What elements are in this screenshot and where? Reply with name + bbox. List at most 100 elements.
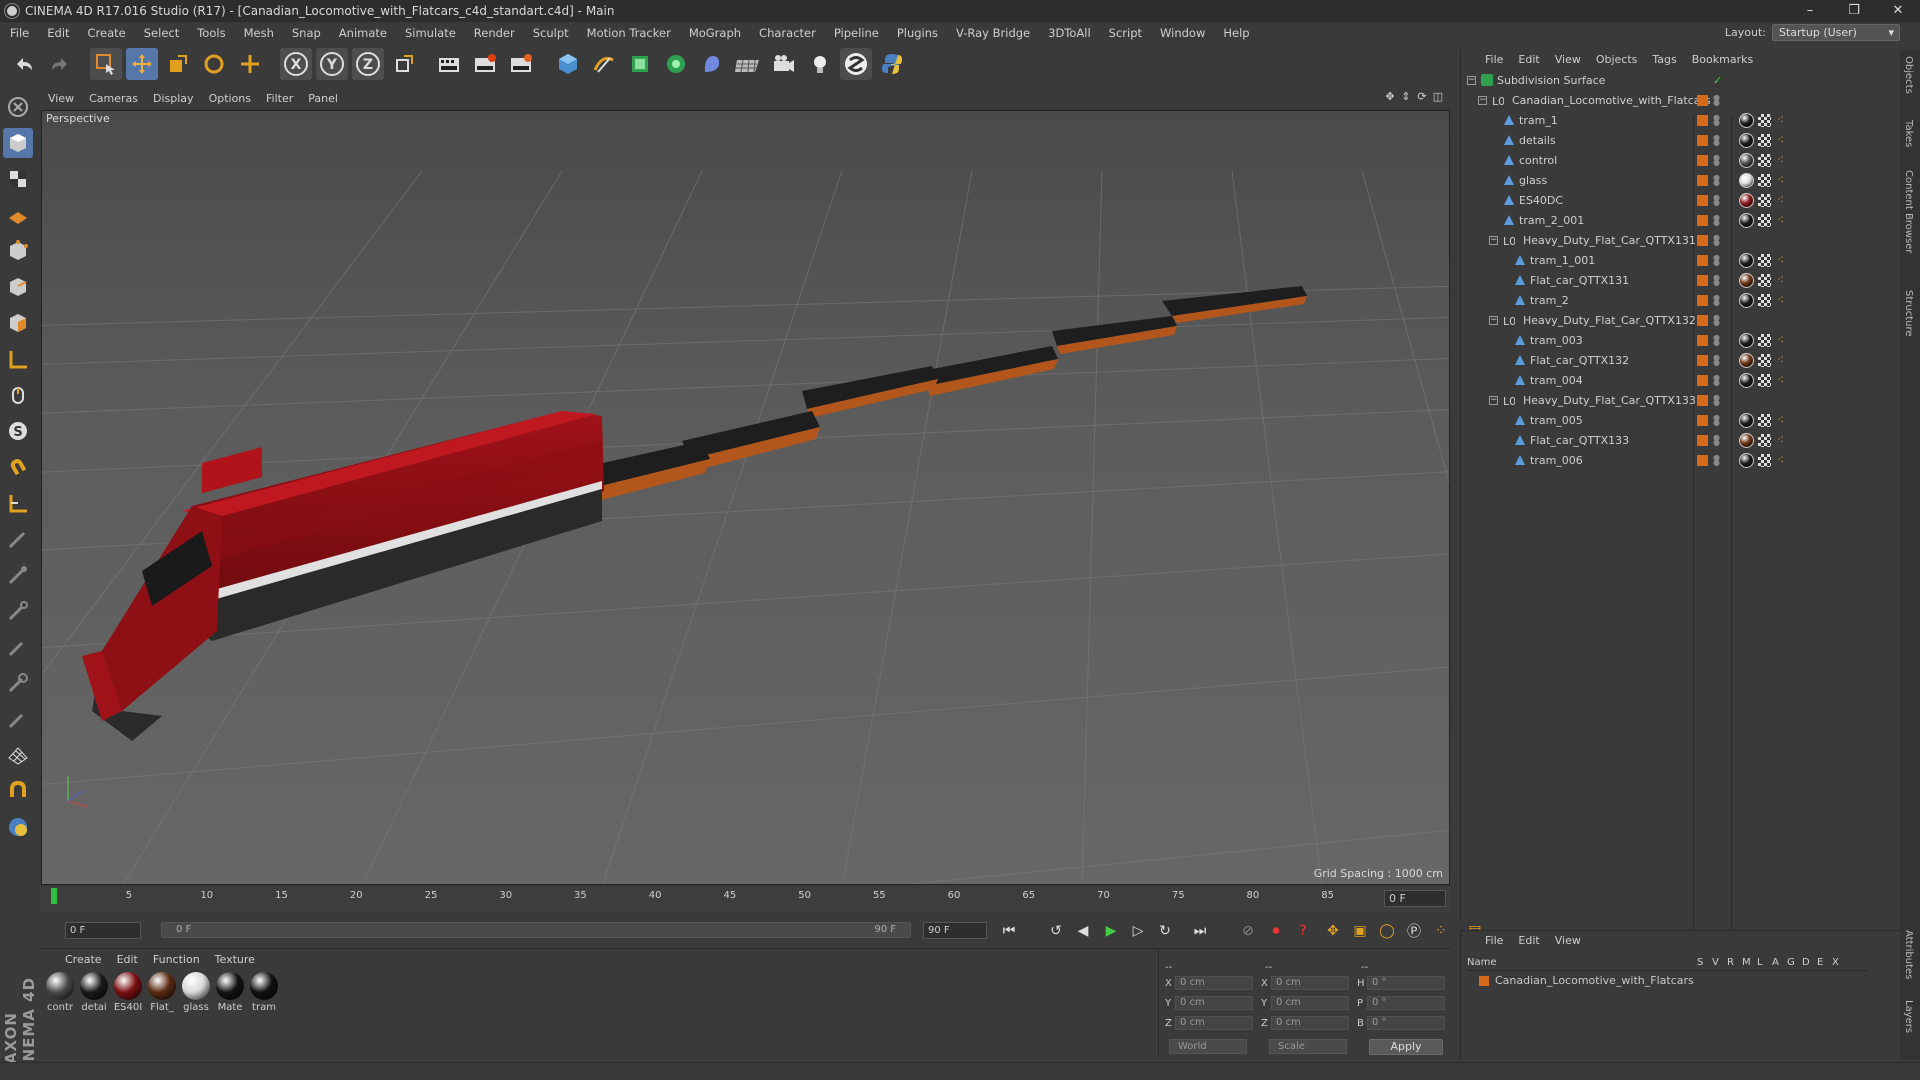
material-tag-icon[interactable] [1739, 352, 1754, 368]
material-swatch[interactable]: tram [247, 972, 281, 1013]
material-swatch[interactable]: ES40I [111, 972, 145, 1013]
maximize-button[interactable]: ❐ [1832, 0, 1876, 22]
material-tag-icon[interactable] [1739, 152, 1754, 168]
texture-tag-icon[interactable] [1758, 193, 1771, 207]
previous-key-icon[interactable]: ↺ [1044, 919, 1068, 943]
visibility-toggle-icon[interactable]: ● ● [1713, 414, 1720, 427]
texture-tag-icon[interactable] [1758, 273, 1771, 287]
phong-tag-icon[interactable]: ⁖ [1777, 114, 1789, 126]
axis-lock-icon[interactable] [3, 488, 33, 518]
expand-toggle-icon[interactable]: − [1489, 315, 1498, 325]
coordinate-value-field[interactable]: 0 cm [1271, 996, 1349, 1010]
previous-frame-icon[interactable]: ◀ [1071, 919, 1095, 943]
layer-color-swatch[interactable] [1697, 174, 1708, 186]
visibility-toggle-icon[interactable]: ● ● [1713, 354, 1720, 367]
material-menu-function[interactable]: Function [153, 953, 200, 966]
menu-3dtoall[interactable]: 3DToAll [1048, 26, 1091, 40]
phong-tag-icon[interactable]: ⁖ [1777, 214, 1789, 226]
subdivision-icon[interactable] [624, 48, 656, 80]
object-row[interactable]: ES40DC ● ● ⁖ [1461, 190, 1901, 210]
layout-select[interactable]: Startup (User) [1772, 24, 1900, 41]
key-scale-icon[interactable]: ▣ [1348, 919, 1372, 943]
texture-tag-icon[interactable] [1758, 373, 1771, 387]
layer-column-flag[interactable]: L [1757, 957, 1772, 970]
material-menu-create[interactable]: Create [65, 953, 102, 966]
visibility-toggle-icon[interactable]: ● ● [1713, 94, 1720, 107]
layer-color-swatch[interactable] [1697, 94, 1708, 106]
texture-tag-icon[interactable] [1758, 353, 1771, 367]
menu-snap[interactable]: Snap [292, 26, 321, 40]
layer-color-swatch[interactable] [1697, 434, 1708, 446]
vray-icon[interactable] [840, 48, 872, 80]
visibility-toggle-icon[interactable]: ● ● [1713, 454, 1720, 467]
viewport-menu-filter[interactable]: Filter [266, 92, 293, 105]
phong-tag-icon[interactable]: ⁖ [1777, 174, 1789, 186]
object-row[interactable]: − Subdivision Surface ✓ [1461, 70, 1901, 90]
material-swatch[interactable]: Flat_ [145, 972, 179, 1013]
phong-tag-icon[interactable]: ⁖ [1777, 334, 1789, 346]
brush-icon[interactable] [3, 560, 33, 590]
layer-menu-file[interactable]: File [1485, 934, 1503, 947]
expand-toggle-icon[interactable]: − [1478, 95, 1487, 105]
side-tab-objects[interactable]: Objects [1903, 56, 1914, 94]
edges-mode-icon[interactable] [3, 272, 33, 302]
object-menu-bookmarks[interactable]: Bookmarks [1692, 53, 1753, 66]
apply-button[interactable]: Apply [1369, 1039, 1443, 1055]
model-mode-icon[interactable] [3, 128, 33, 158]
phong-tag-icon[interactable]: ⁖ [1777, 254, 1789, 266]
texture-tag-icon[interactable] [1758, 333, 1771, 347]
object-row[interactable]: tram_2_001 ● ● ⁖ [1461, 210, 1901, 230]
material-tag-icon[interactable] [1739, 132, 1754, 148]
coordinate-value-field[interactable]: 0 cm [1175, 976, 1253, 990]
phong-tag-icon[interactable]: ⁖ [1777, 134, 1789, 146]
layer-column-flag[interactable]: E [1817, 957, 1832, 970]
menu-script[interactable]: Script [1109, 26, 1142, 40]
loop-select-icon[interactable] [3, 668, 33, 698]
magnet-snap-icon[interactable] [3, 776, 33, 806]
object-row[interactable]: − L0 Heavy_Duty_Flat_Car_QTTX131 ● ● [1461, 230, 1901, 250]
end-frame-field[interactable]: 90 F [923, 922, 987, 939]
layer-color-swatch[interactable] [1697, 154, 1708, 166]
texture-tag-icon[interactable] [1758, 413, 1771, 427]
python-script-icon[interactable] [3, 812, 33, 842]
object-menu-edit[interactable]: Edit [1518, 53, 1539, 66]
texture-tag-icon[interactable] [1758, 133, 1771, 147]
record-active-icon[interactable]: ⊘ [1236, 919, 1260, 943]
visibility-toggle-icon[interactable]: ● ● [1713, 274, 1720, 287]
viewport[interactable]: Perspective Grid Spacing : 1000 cm [41, 110, 1450, 885]
menu-animate[interactable]: Animate [339, 26, 387, 40]
mograph-cloner-icon[interactable] [660, 48, 692, 80]
coordinate-system-icon[interactable] [388, 48, 420, 80]
coordinate-value-field[interactable]: 0 ° [1367, 976, 1445, 990]
dolly-view-icon[interactable]: ⇕ [1398, 90, 1414, 103]
object-row[interactable]: tram_003 ● ● ⁖ [1461, 330, 1901, 350]
next-key-icon[interactable]: ↻ [1153, 919, 1177, 943]
points-mode-icon[interactable] [3, 236, 33, 266]
visibility-toggle-icon[interactable]: ● ● [1713, 214, 1720, 227]
texture-tag-icon[interactable] [1758, 453, 1771, 467]
phong-tag-icon[interactable]: ⁖ [1777, 354, 1789, 366]
object-row[interactable]: tram_1_001 ● ● ⁖ [1461, 250, 1901, 270]
viewport-menu-cameras[interactable]: Cameras [89, 92, 138, 105]
coordinate-value-field[interactable]: 0 cm [1175, 1016, 1253, 1030]
playhead[interactable] [51, 888, 57, 904]
visibility-toggle-icon[interactable]: ● ● [1713, 134, 1720, 147]
layer-column-flag[interactable]: M [1742, 957, 1757, 970]
phong-tag-icon[interactable]: ⁖ [1777, 454, 1789, 466]
menu-select[interactable]: Select [144, 26, 179, 40]
magnet-icon[interactable] [3, 452, 33, 482]
live-selection-icon[interactable] [90, 48, 122, 80]
layer-menu-edit[interactable]: Edit [1518, 934, 1539, 947]
scale-icon[interactable] [162, 48, 194, 80]
key-rotation-icon[interactable]: ◯ [1375, 919, 1399, 943]
material-menu-texture[interactable]: Texture [215, 953, 255, 966]
object-row[interactable]: tram_005 ● ● ⁖ [1461, 410, 1901, 430]
layer-color-swatch[interactable] [1697, 374, 1708, 386]
axis-mode-icon[interactable] [3, 344, 33, 374]
layer-column-flag[interactable]: A [1772, 957, 1787, 970]
workplane-icon[interactable] [3, 200, 33, 230]
undo-icon[interactable] [8, 48, 40, 80]
expand-toggle-icon[interactable]: − [1467, 75, 1476, 85]
texture-tag-icon[interactable] [1758, 173, 1771, 187]
goto-start-icon[interactable]: ⏮ [997, 919, 1021, 943]
